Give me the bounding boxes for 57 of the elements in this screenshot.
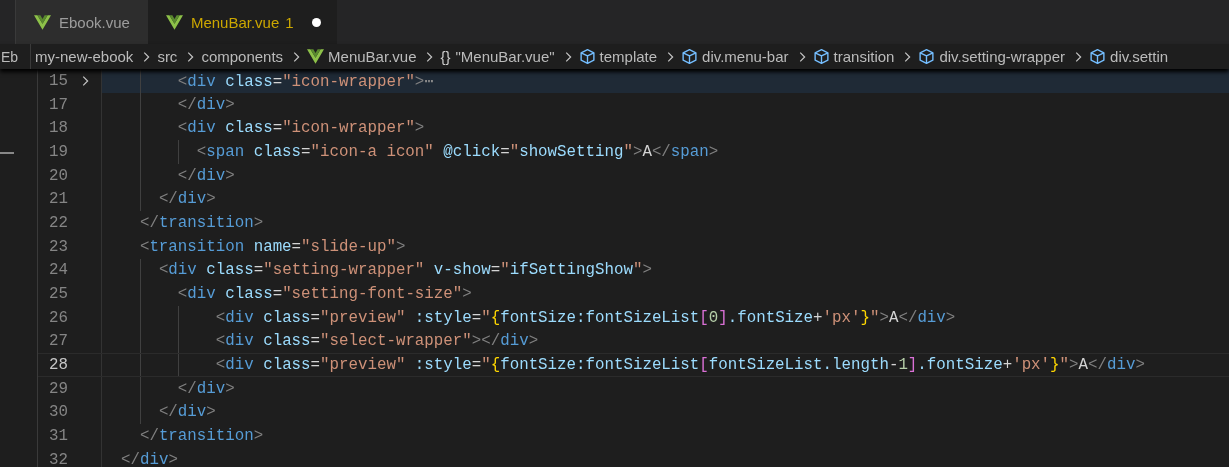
- breadcrumb-item[interactable]: MenuBar.vue: [328, 48, 417, 65]
- code-line: </div>: [158, 190, 216, 209]
- editor-tab[interactable]: Ebook.vue: [16, 0, 148, 44]
- line-number: 26: [48, 308, 68, 327]
- braces-icon: {}: [440, 48, 451, 65]
- code-line: </transition>: [139, 213, 264, 232]
- code-line: </div>: [177, 95, 235, 114]
- line-number: 21: [48, 190, 68, 209]
- breadcrumb-item[interactable]: my-new-ebook: [35, 48, 134, 65]
- line-number: 20: [48, 166, 68, 185]
- code-line: <transition name="slide-up">: [139, 237, 406, 256]
- breadcrumb-item[interactable]: transition: [833, 48, 895, 65]
- code-line: <div class="setting-font-size">: [177, 285, 472, 304]
- line-number: 31: [48, 427, 68, 446]
- cube-icon: [578, 48, 596, 65]
- editor-tab[interactable]: MenuBar.vue 1: [147, 0, 337, 44]
- line-number: 29: [48, 379, 68, 398]
- unsaved-dot-icon: [311, 17, 321, 27]
- line-number: 17: [48, 95, 68, 114]
- code-line: </transition>: [139, 427, 264, 446]
- breadcrumb-item[interactable]: div.setting-wrapper: [939, 48, 1066, 65]
- line-number: 23: [48, 237, 68, 256]
- code-line: <div class="setting-wrapper" v-show="ifSettingShow">: [158, 261, 652, 280]
- cube-icon: [1089, 48, 1107, 65]
- breadcrumb-item[interactable]: div.settin: [1110, 48, 1169, 65]
- line-number: 28: [48, 356, 68, 375]
- code-line: <div class="icon-wrapper">: [177, 119, 425, 138]
- line-number: 25: [48, 285, 68, 304]
- line-number: 22: [48, 213, 68, 232]
- breadcrumb-item[interactable]: src: [157, 48, 178, 65]
- line-number: 19: [48, 142, 68, 161]
- vue-logo-icon: [34, 14, 51, 30]
- breadcrumb-item[interactable]: "MenuBar.vue": [455, 48, 555, 65]
- breadcrumb-item[interactable]: components: [201, 48, 284, 65]
- line-number: 30: [48, 403, 68, 422]
- breadcrumb-item[interactable]: div.menu-bar: [702, 48, 789, 65]
- code-line: </div>: [120, 450, 178, 467]
- panel-title: Eb: [1, 48, 19, 65]
- line-number: 15: [48, 71, 68, 90]
- vue-logo-icon: [307, 49, 325, 64]
- line-number: 27: [48, 332, 68, 351]
- line-number: 18: [48, 119, 68, 138]
- line-number: 32: [48, 450, 68, 467]
- cube-icon: [681, 48, 699, 65]
- code-line: <div class="preview" :style="{fontSize:fontSizeList[fontSizeList.length-1].fontSize+'px'}">A</div>: [215, 356, 1145, 375]
- cube-icon: [918, 48, 936, 65]
- code-line: </div>: [158, 403, 216, 422]
- cube-icon: [812, 48, 830, 65]
- code-line: </div>: [177, 166, 235, 185]
- code-line: <div class="preview" :style="{fontSize:fontSizeList[0].fontSize+'px'}">A</div>: [215, 308, 956, 327]
- code-line: <span class="icon-a icon" @click="showSetting">A</span>: [196, 142, 719, 161]
- code-line: </div>: [177, 379, 235, 398]
- vue-logo-icon: [165, 14, 183, 30]
- code-line: <div class="select-wrapper"></div>: [215, 332, 539, 351]
- breadcrumb-item[interactable]: template: [599, 48, 658, 65]
- code-line: <div class="icon-wrapper">⋯: [177, 71, 434, 91]
- line-number: 24: [48, 261, 68, 280]
